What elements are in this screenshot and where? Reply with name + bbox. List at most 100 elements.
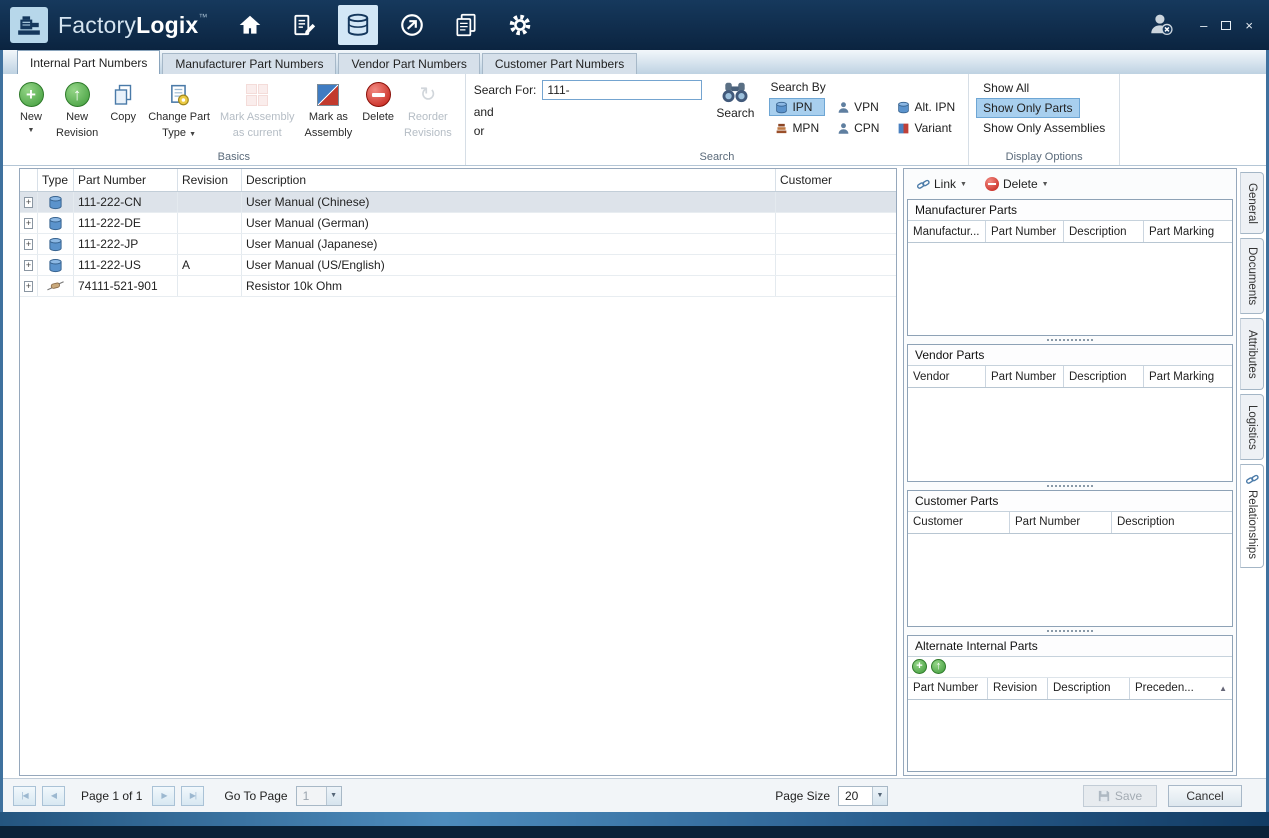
customer-column-header[interactable]: Customer [908,511,1010,533]
nav-worksheets-button[interactable] [284,5,324,45]
go-to-page-dropdown-icon[interactable]: ▼ [325,786,341,805]
link-button[interactable]: Link ▼ [913,175,971,193]
user-account-button[interactable] [1148,11,1174,40]
minimize-button[interactable]: – [1200,19,1207,32]
panel-splitter-handle[interactable] [907,336,1233,344]
expand-row-button[interactable]: + [24,217,33,229]
sort-ascending-icon: ▲ [1219,683,1227,693]
dispatch-arrow-icon [399,12,425,38]
search-by-ipn-option[interactable]: IPN [769,98,826,116]
table-row-111-222-CN[interactable]: + 111-222-CN User Manual (Chinese) [20,192,896,213]
last-page-button[interactable]: ▶| [181,785,205,806]
reorder-revisions-button[interactable]: ↻ Reorder Revisions [399,78,457,143]
close-button[interactable]: × [1245,19,1253,32]
first-page-button[interactable]: |◀ [13,785,36,806]
search-by-vpn-option[interactable]: VPN [832,99,884,115]
next-page-button[interactable]: ▶ [152,785,176,806]
manufacturer-parts-body[interactable] [908,243,1232,336]
precedence-column-header[interactable]: Preceden... ▲ [1130,678,1232,699]
description-column-header[interactable]: Description [1064,221,1144,242]
part-number-column-header[interactable]: Part Number [908,677,988,699]
ribbon-group-display-options: Show All Show Only Parts Show Only Assem… [969,74,1121,165]
part-marking-column-header[interactable]: Part Marking [1144,221,1232,242]
description-column-header[interactable]: Description [1112,512,1232,533]
panel-splitter-handle[interactable] [907,627,1233,635]
expand-row-button[interactable]: + [24,259,33,271]
go-to-page-input[interactable]: 1 ▼ [295,785,342,806]
table-row-111-222-DE[interactable]: + 111-222-DE User Manual (German) [20,213,896,234]
show-only-assemblies-option[interactable]: Show Only Assemblies [977,119,1111,137]
table-row-111-222-US[interactable]: + 111-222-US A User Manual (US/English) [20,255,896,276]
save-button[interactable]: Save [1083,784,1157,807]
expand-row-button[interactable]: + [24,280,33,292]
revision-column-header[interactable]: Revision [178,169,242,191]
part-number-column-header[interactable]: Part Number [986,221,1064,242]
tab-logistics[interactable]: Logistics [1240,394,1264,460]
tab-customer-part-numbers[interactable]: Customer Part Numbers [481,53,638,74]
part-number-column-header[interactable]: Part Number [1010,511,1112,533]
add-alternate-part-button[interactable]: + [912,659,927,675]
binoculars-icon [720,80,750,104]
mark-assembly-as-current-button[interactable]: Mark Assembly as current [215,78,300,143]
nav-dispatch-button[interactable] [392,5,432,45]
vendor-column-header[interactable]: Vendor [908,366,986,388]
customer-column-header[interactable]: Customer [776,169,896,191]
relationship-delete-button[interactable]: Delete ▼ [981,175,1053,193]
nav-settings-button[interactable] [500,5,540,45]
vendor-parts-body[interactable] [908,388,1232,481]
tab-documents[interactable]: Documents [1240,238,1264,314]
part-marking-column-header[interactable]: Part Marking [1144,366,1232,387]
manufacturer-column-header[interactable]: Manufactur... [908,221,986,242]
page-size-dropdown-icon[interactable]: ▼ [872,786,887,805]
search-by-alt-ipn-option[interactable]: Alt. IPN [892,99,960,115]
tab-vendor-part-numbers[interactable]: Vendor Part Numbers [338,53,480,74]
part-number-column-header[interactable]: Part Number [74,169,178,191]
description-column-header[interactable]: Description [1048,677,1130,699]
page-size-select[interactable]: 20 ▼ [838,785,888,806]
table-row-74111-521-901[interactable]: + 74111-521-901 Resistor 10k Ohm [20,276,896,297]
part-number-column-header[interactable]: Part Number [986,366,1064,388]
revision-column-header[interactable]: Revision [988,677,1048,699]
assembly-split-square-icon [317,83,340,106]
alternate-parts-body[interactable] [908,699,1232,771]
change-part-type-button[interactable]: Change Part Type ▼ [143,78,215,143]
type-column-header[interactable]: Type [38,169,74,191]
description-cell: User Manual (Chinese) [242,192,776,212]
part-number-cell: 111-222-US [74,255,178,275]
description-column-header[interactable]: Description [242,169,776,191]
new-revision-button[interactable]: ↑ New Revision [51,78,103,143]
previous-page-button[interactable]: ◀ [42,785,65,806]
cancel-button[interactable]: Cancel [1168,784,1242,807]
nav-home-button[interactable] [230,5,270,45]
tab-internal-part-numbers[interactable]: Internal Part Numbers [17,50,161,74]
delete-button[interactable]: Delete [357,78,399,127]
search-button[interactable]: Search [710,78,760,122]
change-part-type-icon [168,84,190,106]
tab-relationships[interactable]: Relationships [1240,464,1264,568]
expand-row-button[interactable]: + [24,196,33,208]
table-row-111-222-JP[interactable]: + 111-222-JP User Manual (Japanese) [20,234,896,255]
search-by-variant-option[interactable]: Variant [892,120,960,136]
tab-general[interactable]: General [1240,172,1264,234]
search-by-cpn-option[interactable]: CPN [832,120,884,136]
new-button[interactable]: + New ▼ [11,78,51,137]
show-only-parts-option[interactable]: Show Only Parts [976,98,1080,118]
tab-attributes[interactable]: Attributes [1240,318,1264,390]
maximize-button[interactable] [1221,20,1232,30]
mark-as-assembly-button[interactable]: Mark as Assembly [300,78,358,143]
alternate-parts-title: Alternate Internal Parts [908,635,1232,657]
insert-alternate-part-button[interactable]: ↑ [931,659,946,675]
show-all-option[interactable]: Show All [977,79,1035,97]
search-input[interactable] [542,80,703,100]
panel-splitter-handle[interactable] [907,482,1233,490]
part-number-cell: 111-222-CN [74,192,178,212]
nav-documents-button[interactable] [446,5,486,45]
nav-part-numbers-button[interactable] [337,5,378,45]
page-info: Page 1 of 1 [81,788,143,803]
copy-button[interactable]: Copy [103,78,143,127]
tab-manufacturer-part-numbers[interactable]: Manufacturer Part Numbers [162,53,337,74]
search-by-mpn-option[interactable]: MPN [770,120,824,136]
description-column-header[interactable]: Description [1064,366,1144,388]
customer-parts-body[interactable] [908,533,1232,626]
expand-row-button[interactable]: + [24,238,33,250]
